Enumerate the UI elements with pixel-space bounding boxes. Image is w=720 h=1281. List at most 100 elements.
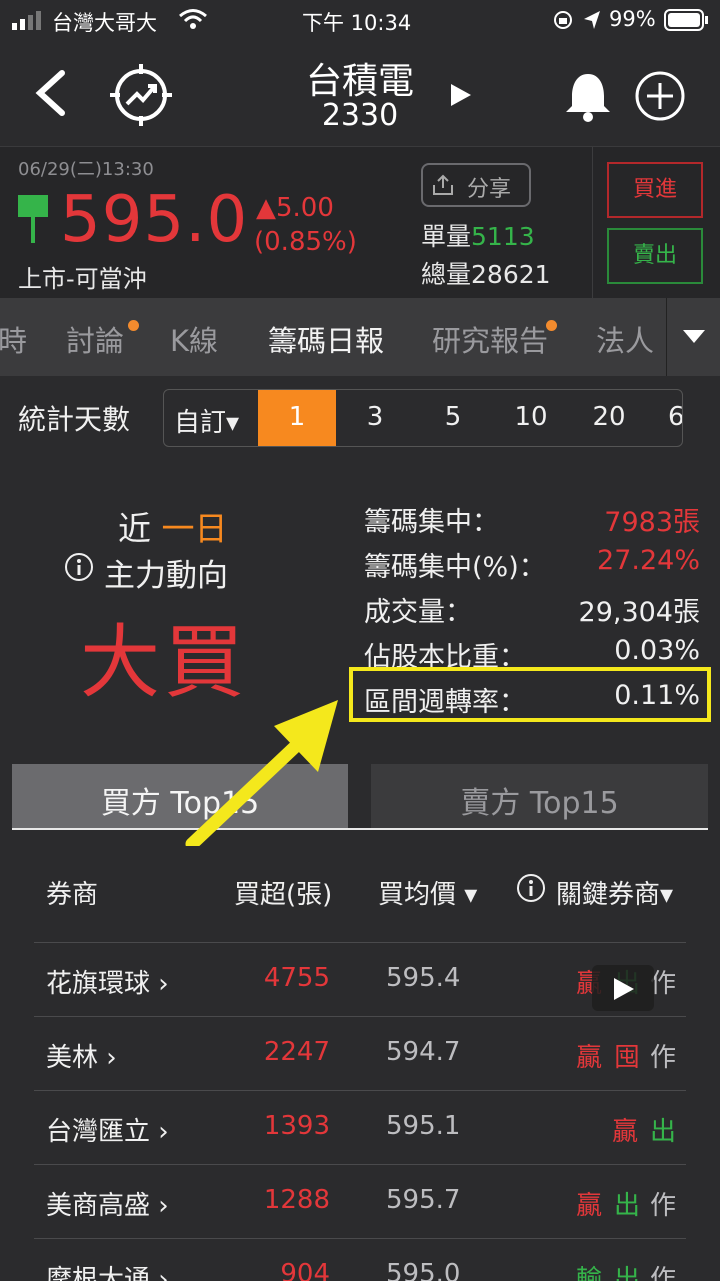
share-icon <box>433 174 453 195</box>
sell-button[interactable]: 賣出 <box>607 228 703 284</box>
broker-name[interactable]: 摩根大通 › <box>46 1259 169 1281</box>
days-option-5[interactable]: 5 <box>414 402 492 432</box>
net-buy-value: 4755 <box>263 963 330 993</box>
stat-value-turnover: 0.11% <box>614 680 700 711</box>
col-header-avg-price[interactable]: 買均價 ▾ <box>378 874 477 911</box>
days-option-20[interactable]: 20 <box>570 402 648 432</box>
back-icon[interactable] <box>30 68 70 122</box>
broker-name[interactable]: 美林 › <box>46 1037 117 1074</box>
key-broker-info-icon[interactable] <box>516 873 546 907</box>
quote-panel: 06/29(二)13:30 595.0 ▲5.00 (0.85%) 上市-可當沖… <box>0 146 720 299</box>
tag-make: 作 <box>650 1265 677 1281</box>
table-row[interactable]: 美林 › 2247 594.7 贏 囤 作 <box>34 1016 686 1091</box>
play-icon <box>614 978 634 1000</box>
tab-sell-top15-label: 賣方 Top15 <box>460 786 619 821</box>
broker-name[interactable]: 花旗環球 › <box>46 963 169 1000</box>
stat-label-volume: 成交量： <box>364 597 472 628</box>
wifi-icon <box>178 8 208 35</box>
net-buy-value: 1393 <box>263 1111 330 1141</box>
net-buy-value: 904 <box>280 1259 330 1281</box>
buy-button[interactable]: 買進 <box>607 162 703 218</box>
quote-datetime: 06/29(二)13:30 <box>18 159 154 180</box>
total-volume-label: 總量 <box>421 260 472 289</box>
tag-lose: 輸 <box>576 1265 603 1281</box>
price-change: ▲5.00 <box>256 193 334 223</box>
stat-value-concentration-pct: 27.24% <box>597 545 700 576</box>
annotation-arrow-icon <box>185 700 338 846</box>
battery-icon <box>664 8 710 37</box>
stock-code: 2330 <box>321 98 399 133</box>
col-header-broker: 券商 <box>46 880 99 910</box>
bell-icon[interactable] <box>562 70 614 126</box>
tabs-more-button[interactable] <box>666 298 720 376</box>
tab-institutional[interactable]: 法人 <box>596 318 654 360</box>
share-label: 分享 <box>467 177 512 202</box>
stat-value-concentration: 7983張 <box>604 507 700 538</box>
col-header-net-buy: 買超(張) <box>234 880 333 910</box>
table-row[interactable]: 美商高盛 › 1288 595.7 贏 出 作 <box>34 1164 686 1239</box>
net-buy-value: 1288 <box>263 1185 330 1215</box>
tab-sell-top15[interactable]: 賣方 Top15 <box>371 764 708 828</box>
tab-discussion[interactable]: 討論 <box>66 318 124 360</box>
carrier-name: 台灣大哥大 <box>52 11 157 35</box>
share-button[interactable]: 分享 <box>421 163 531 207</box>
period-value: 一日 <box>161 509 228 548</box>
next-stock-icon[interactable] <box>448 82 474 112</box>
total-volume-value: 28621 <box>471 260 551 289</box>
tab-chip-daily[interactable]: 籌碼日報 <box>268 318 384 360</box>
tag-win: 贏 <box>576 1191 603 1221</box>
tag-out: 出 <box>614 1265 641 1281</box>
broker-name[interactable]: 美商高盛 › <box>46 1185 169 1222</box>
col-header-key-broker[interactable]: 關鍵券商▾ <box>556 874 673 911</box>
net-buy-value: 2247 <box>263 1037 330 1067</box>
stat-value-share-ratio: 0.03% <box>614 635 700 666</box>
research-badge-dot <box>546 320 557 331</box>
trend-target-icon[interactable] <box>110 64 172 130</box>
table-row[interactable]: 台灣匯立 › 1393 595.1 贏 出 <box>34 1090 686 1165</box>
add-icon[interactable] <box>634 70 686 126</box>
stock-header: 台積電 2330 <box>0 40 720 146</box>
info-icon[interactable] <box>64 552 94 586</box>
period-label: 近 一日 <box>118 502 228 550</box>
stat-label-turnover: 區間週轉率： <box>364 687 526 718</box>
tag-win: 贏 <box>612 1117 639 1147</box>
broker-name[interactable]: 台灣匯立 › <box>46 1111 169 1148</box>
tab-time[interactable]: 時 <box>0 318 27 360</box>
table-row[interactable]: 摩根大通 › 904 595.0 輸 出 作 <box>34 1238 686 1281</box>
table-row[interactable]: 花旗環球 › 4755 595.4 贏 出 作 <box>34 942 686 1017</box>
chip-daily-content: 統計天數 自訂▾ 1 3 5 10 20 6 近 一日 主力動向 大買 籌碼集中… <box>0 376 720 1281</box>
current-price: 595.0 <box>60 183 249 257</box>
stat-value-volume: 29,304張 <box>578 597 700 628</box>
days-custom-dropdown[interactable]: 自訂▾ <box>174 402 239 439</box>
tag-win: 贏 <box>576 1043 603 1073</box>
days-selector: 自訂▾ 1 3 5 10 20 6 <box>163 389 683 447</box>
tab-kline[interactable]: K線 <box>170 318 218 360</box>
price-change-pct: (0.85%) <box>254 227 357 257</box>
unit-volume-label: 單量 <box>421 222 472 251</box>
avg-price-value: 595.1 <box>386 1111 461 1141</box>
tag-make: 作 <box>650 1043 677 1073</box>
tag-out: 出 <box>614 1191 641 1221</box>
feature-tabs: 時 討論 K線 籌碼日報 研究報告 法人 <box>0 298 720 376</box>
divider <box>592 147 593 299</box>
tab-underline <box>12 828 708 830</box>
discussion-badge-dot <box>128 320 139 331</box>
tag-out: 出 <box>650 1117 677 1147</box>
tag-make: 作 <box>650 1191 677 1221</box>
days-option-10[interactable]: 10 <box>492 402 570 432</box>
avg-price-value: 594.7 <box>386 1037 461 1067</box>
period-prefix: 近 <box>118 509 151 548</box>
unit-volume-value: 5113 <box>471 222 535 251</box>
unit-volume: 單量5113 <box>421 217 535 253</box>
status-time: 下午 10:34 <box>302 11 412 35</box>
stock-name: 台積電 <box>305 61 414 102</box>
video-play-button[interactable] <box>592 965 654 1011</box>
signal-icon <box>12 10 46 35</box>
days-option-3[interactable]: 3 <box>336 402 414 432</box>
tab-research[interactable]: 研究報告 <box>432 318 548 360</box>
chevron-down-icon <box>683 330 705 343</box>
days-option-more[interactable]: 6 <box>668 402 682 432</box>
location-icon <box>582 9 602 36</box>
days-option-1[interactable]: 1 <box>258 402 336 432</box>
battery-percent: 99% <box>609 7 656 31</box>
